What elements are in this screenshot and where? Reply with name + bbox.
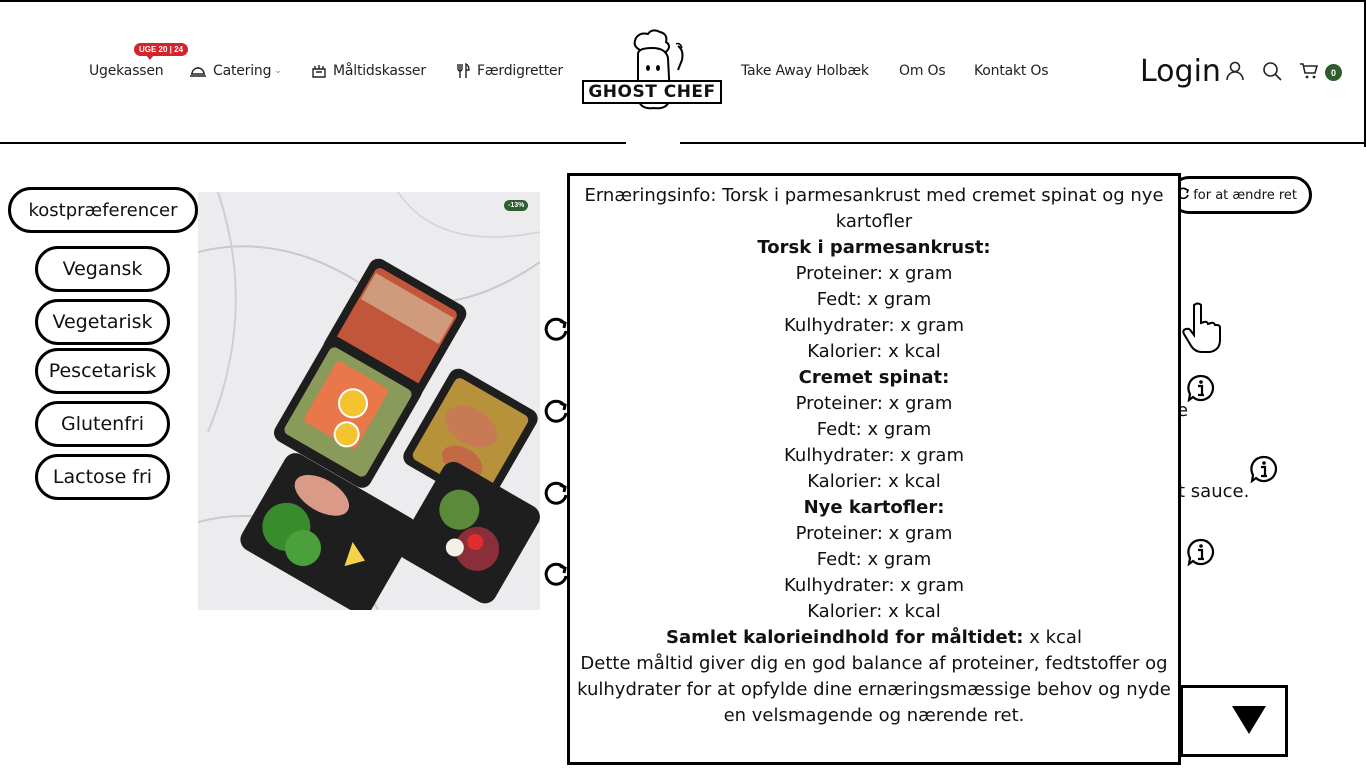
change-dish-hint: for at ændre ret <box>1170 176 1312 214</box>
cart-icon[interactable] <box>1299 62 1319 85</box>
filter-vegetarisk[interactable]: Vegetarisk <box>35 299 170 345</box>
header-divider-right <box>680 142 1366 144</box>
nutrition-line: Kalorier: x kcal <box>807 471 941 492</box>
nav-om-os[interactable]: Om Os <box>899 63 946 79</box>
box-icon <box>311 63 327 79</box>
nutrition-line: Kalorier: x kcal <box>807 601 941 622</box>
info-icon[interactable] <box>1187 538 1215 567</box>
filter-pescetarisk[interactable]: Pescetarisk <box>35 348 170 394</box>
nutrition-line: Proteiner: x gram <box>795 523 953 544</box>
search-icon[interactable] <box>1262 61 1282 86</box>
cutlery-icon <box>455 63 471 79</box>
product-image <box>198 192 540 610</box>
cart-count-badge: 0 <box>1325 64 1342 81</box>
login-link[interactable]: Login <box>1140 54 1221 89</box>
header-divider-left <box>0 142 626 144</box>
nav-catering[interactable]: Catering ⌄ <box>189 63 282 79</box>
nav-take-away[interactable]: Take Away Holbæk <box>741 63 869 79</box>
nav-maaltidskasser-label: Måltidskasser <box>333 63 426 79</box>
filter-glutenfri[interactable]: Glutenfri <box>35 401 170 447</box>
chevron-down-icon: ⌄ <box>274 66 282 76</box>
nav-faerdigretter[interactable]: Færdigretter <box>455 63 563 79</box>
catering-icon <box>189 63 207 79</box>
nutrition-line: Kulhydrater: x gram <box>784 445 964 466</box>
swap-dish-icon[interactable] <box>542 479 570 507</box>
section-heading: Nye kartofler: <box>803 497 945 518</box>
total-calories-label: Samlet kalorieindhold for måltidet: <box>666 627 1024 648</box>
section-heading: Cremet spinat: <box>798 367 950 388</box>
nutrition-info-modal: Ernæringsinfo: Torsk i parmesankrust med… <box>567 173 1181 765</box>
swap-dish-icon[interactable] <box>542 397 570 425</box>
nutrition-line: Fedt: x gram <box>816 549 932 570</box>
nav-ugekassen[interactable]: Ugekassen <box>89 63 164 79</box>
triangle-down-icon <box>1232 706 1266 734</box>
nutrition-line: Kalorier: x kcal <box>807 341 941 362</box>
nutrition-line: Kulhydrater: x gram <box>784 575 964 596</box>
user-icon[interactable] <box>1225 61 1245 86</box>
swap-dish-icon[interactable] <box>542 560 570 588</box>
nav-faerdigretter-label: Færdigretter <box>477 63 563 79</box>
nav-kontakt-os-label: Kontakt Os <box>974 63 1049 79</box>
nav-kontakt-os[interactable]: Kontakt Os <box>974 63 1049 79</box>
nutrition-line: Proteiner: x gram <box>795 393 953 414</box>
discount-badge: -13% <box>504 200 529 211</box>
nutrition-line: Fedt: x gram <box>816 419 932 440</box>
diet-preferences-button[interactable]: kostpræferencer <box>8 187 198 233</box>
nav-om-os-label: Om Os <box>899 63 946 79</box>
nutrition-line: Kulhydrater: x gram <box>784 315 964 336</box>
nutrition-line: Proteiner: x gram <box>795 263 953 284</box>
total-calories: Samlet kalorieindhold for måltidet: x kc… <box>576 625 1172 651</box>
week-badge: UGE 20 | 24 <box>134 43 189 60</box>
nav-ugekassen-label: Ugekassen <box>89 63 164 79</box>
modal-title: Ernæringsinfo: Torsk i parmesankrust med… <box>584 185 1164 232</box>
info-icon[interactable] <box>1250 455 1278 484</box>
info-icon[interactable] <box>1187 374 1215 403</box>
total-calories-value: x kcal <box>1023 627 1082 648</box>
modal-summary: Dette måltid giver dig en god balance af… <box>577 653 1171 726</box>
logo-text: GHOST CHEF <box>582 80 722 104</box>
hand-cursor-icon <box>1182 301 1224 360</box>
nutrition-line: Fedt: x gram <box>816 289 932 310</box>
nav-take-away-label: Take Away Holbæk <box>741 63 869 79</box>
swap-dish-icon[interactable] <box>542 315 570 343</box>
nav-maaltidskasser[interactable]: Måltidskasser <box>311 63 426 79</box>
dish-description-fragment: t sauce. <box>1178 481 1250 502</box>
nav-catering-label: Catering <box>213 63 272 79</box>
change-dish-label: for at ændre ret <box>1193 187 1297 203</box>
section-heading: Torsk i parmesankrust: <box>757 237 991 258</box>
filter-vegansk[interactable]: Vegansk <box>35 246 170 292</box>
filter-lactose-fri[interactable]: Lactose fri <box>35 454 170 500</box>
